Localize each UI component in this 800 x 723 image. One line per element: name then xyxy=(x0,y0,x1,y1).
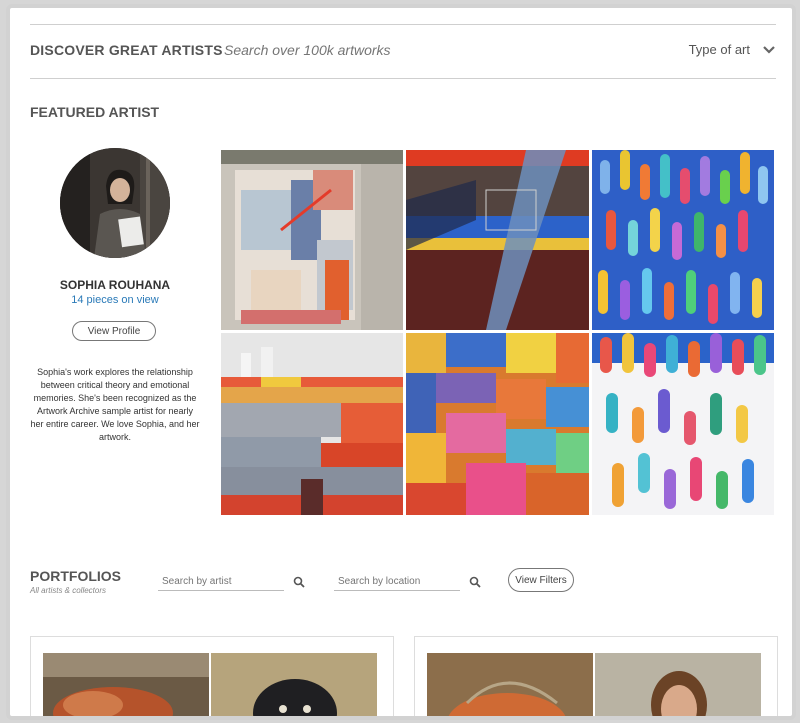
artist-bio: Sophia's work explores the relationship … xyxy=(30,367,200,442)
artwork-thumbnail[interactable] xyxy=(221,150,403,330)
view-profile-button[interactable]: View Profile xyxy=(72,321,156,341)
artwork-image xyxy=(592,150,774,330)
portfolio-image xyxy=(43,653,209,716)
type-of-art-dropdown[interactable]: Type of art xyxy=(689,42,776,57)
discover-title: DISCOVER GREAT ARTISTS xyxy=(30,42,223,58)
view-filters-button[interactable]: View Filters xyxy=(508,568,574,592)
artist-photo xyxy=(60,148,170,258)
artwork-thumbnail[interactable] xyxy=(406,150,589,330)
chevron-down-icon xyxy=(763,45,775,54)
artwork-image xyxy=(406,333,589,515)
header-divider xyxy=(30,78,776,79)
portfolio-card[interactable] xyxy=(30,636,394,716)
portfolio-image xyxy=(211,653,377,716)
artwork-thumbnail[interactable] xyxy=(406,333,589,515)
artwork-thumbnail[interactable] xyxy=(592,150,774,330)
artwork-image xyxy=(221,333,403,515)
artwork-image xyxy=(592,333,774,515)
artwork-thumbnail[interactable] xyxy=(221,333,403,515)
artist-name: SOPHIA ROUHANA xyxy=(59,278,171,292)
artist-avatar[interactable] xyxy=(60,148,170,258)
portfolios-section-title: PORTFOLIOS xyxy=(30,568,121,584)
portfolio-image xyxy=(427,653,593,716)
featured-section-title: FEATURED ARTIST xyxy=(30,104,160,120)
type-of-art-label: Type of art xyxy=(688,42,750,57)
artwork-search-input[interactable] xyxy=(224,42,464,58)
search-icon[interactable] xyxy=(293,576,305,588)
artwork-image xyxy=(406,150,589,330)
artwork-thumbnail[interactable] xyxy=(592,333,774,515)
pieces-on-view-link[interactable]: 14 pieces on view xyxy=(10,294,220,306)
search-icon[interactable] xyxy=(469,576,481,588)
portfolio-card[interactable] xyxy=(414,636,778,716)
top-divider xyxy=(30,24,776,25)
artwork-image xyxy=(221,150,403,330)
artist-search-input[interactable] xyxy=(158,572,284,591)
location-search-input[interactable] xyxy=(334,572,460,591)
portfolios-subtitle: All artists & collectors xyxy=(30,586,107,595)
page-frame: DISCOVER GREAT ARTISTS Type of art FEATU… xyxy=(6,4,796,720)
portfolio-image xyxy=(595,653,761,716)
